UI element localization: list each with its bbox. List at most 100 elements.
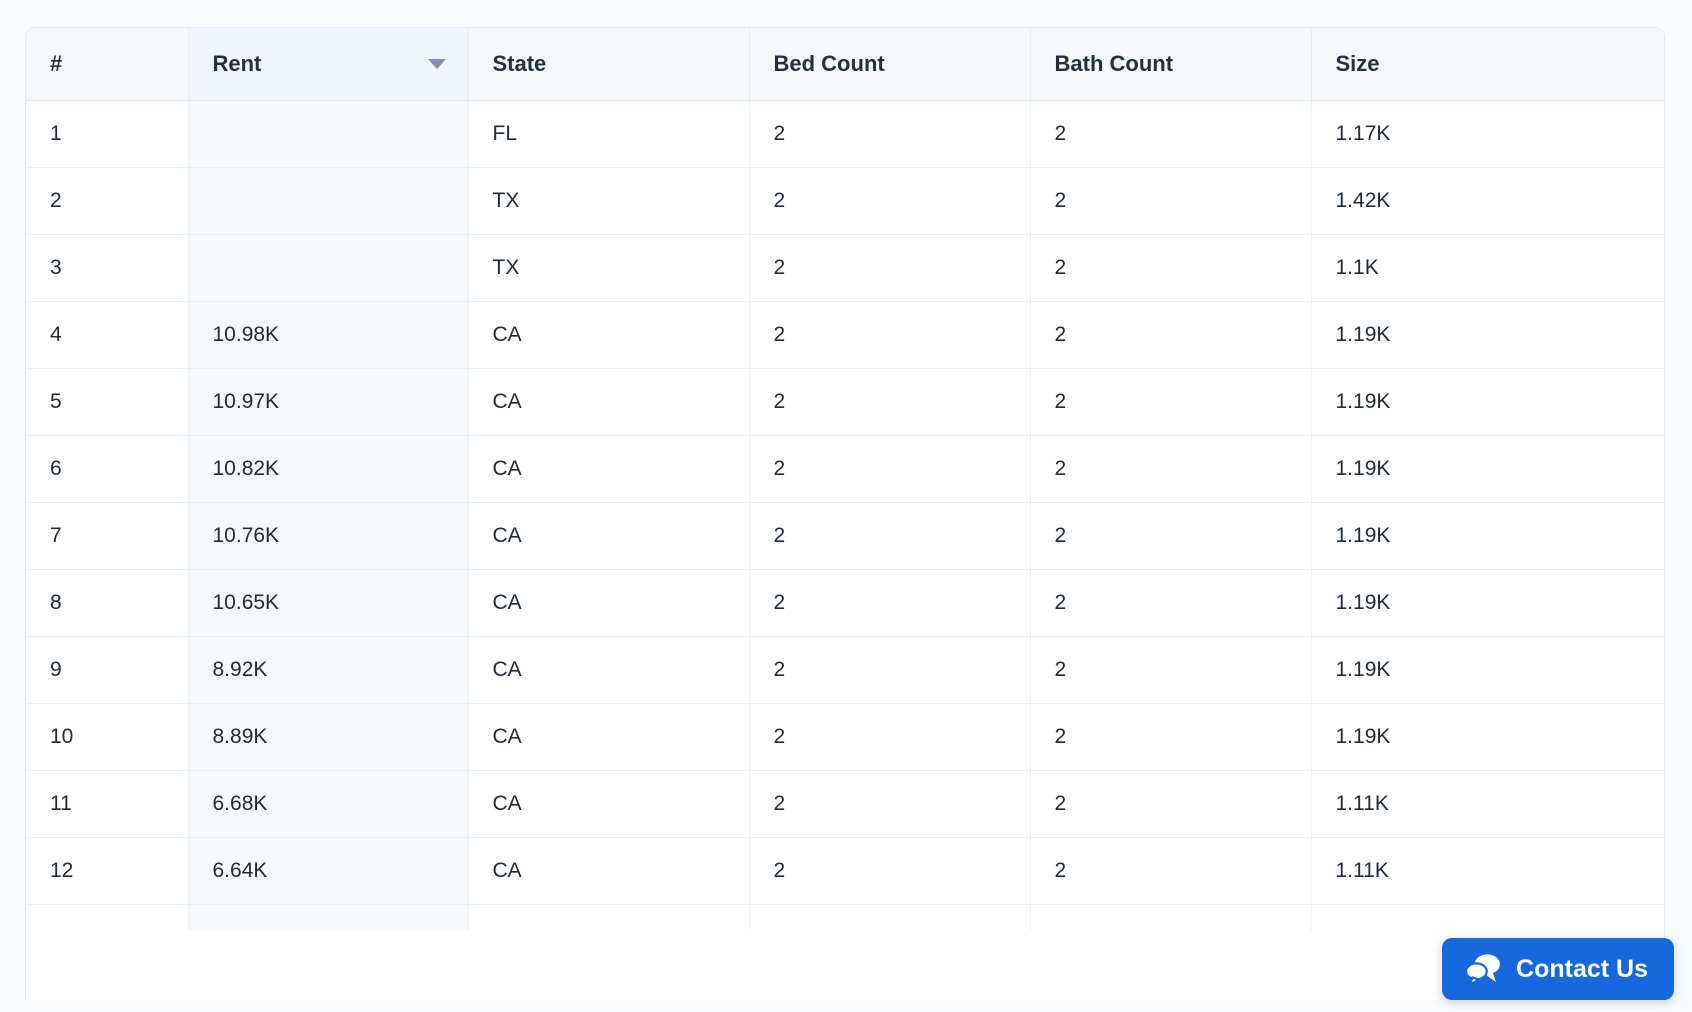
data-table-container: # Rent State Bed Count Bath Count Size 1… [25,27,1665,1002]
listings-table: # Rent State Bed Count Bath Count Size 1… [26,28,1664,930]
table-row-partial[interactable] [26,904,1664,930]
cell-state: CA [468,502,750,570]
cell-size [1311,904,1664,930]
cell-bed [749,904,1031,930]
cell-size: 1.11K [1311,770,1664,838]
cell-num: 9 [26,636,189,704]
cell-size: 1.42K [1311,167,1664,235]
cell-num: 1 [26,100,189,168]
cell-rent: 10.98K [188,301,469,369]
cell-rent: 8.89K [188,703,469,771]
cell-rent [188,904,469,930]
cell-num: 11 [26,770,189,838]
cell-rent [188,234,469,302]
cell-state: TX [468,167,750,235]
cell-bath: 2 [1030,502,1312,570]
cell-bath: 2 [1030,837,1312,905]
cell-size: 1.19K [1311,502,1664,570]
column-header-rent-label: Rent [212,50,262,76]
cell-bath: 2 [1030,301,1312,369]
column-header-bed-count-label: Bed Count [773,50,885,76]
cell-num: 8 [26,569,189,637]
table-bottom-edge [25,1000,1665,1012]
cell-state: CA [468,837,750,905]
table-row[interactable]: 12 6.64K CA 2 2 1.11K [26,837,1664,905]
table-row[interactable]: 3 TX 2 2 1.1K [26,234,1664,302]
cell-bed: 2 [749,837,1031,905]
cell-bed: 2 [749,636,1031,704]
column-header-num[interactable]: # [26,28,189,101]
cell-rent: 10.65K [188,569,469,637]
column-header-size-label: Size [1335,50,1380,76]
table-row[interactable]: 7 10.76K CA 2 2 1.19K [26,502,1664,570]
cell-state: CA [468,301,750,369]
contact-us-button[interactable]: Contact Us [1442,938,1674,1000]
cell-rent: 6.64K [188,837,469,905]
cell-rent: 8.92K [188,636,469,704]
cell-bed: 2 [749,234,1031,302]
cell-num: 2 [26,167,189,235]
column-header-num-label: # [50,50,63,76]
cell-size: 1.1K [1311,234,1664,302]
cell-size: 1.19K [1311,435,1664,503]
cell-size: 1.17K [1311,100,1664,168]
table-row[interactable]: 2 TX 2 2 1.42K [26,167,1664,235]
column-header-size[interactable]: Size [1311,28,1664,101]
cell-bed: 2 [749,368,1031,436]
cell-bed: 2 [749,502,1031,570]
cell-state: CA [468,435,750,503]
cell-rent: 10.76K [188,502,469,570]
cell-rent [188,167,469,235]
table-row[interactable]: 5 10.97K CA 2 2 1.19K [26,368,1664,436]
cell-state: CA [468,569,750,637]
table-row[interactable]: 4 10.98K CA 2 2 1.19K [26,301,1664,369]
table-row[interactable]: 8 10.65K CA 2 2 1.19K [26,569,1664,637]
table-header: # Rent State Bed Count Bath Count Size [26,28,1664,101]
app-root: # Rent State Bed Count Bath Count Size 1… [0,0,1692,1012]
cell-bath: 2 [1030,569,1312,637]
sort-descending-caret-icon[interactable] [427,58,446,69]
cell-num: 6 [26,435,189,503]
table-row[interactable]: 10 8.89K CA 2 2 1.19K [26,703,1664,771]
cell-bed: 2 [749,703,1031,771]
column-header-rent[interactable]: Rent [188,28,469,101]
cell-rent: 6.68K [188,770,469,838]
cell-bed: 2 [749,301,1031,369]
cell-state: TX [468,234,750,302]
cell-bed: 2 [749,569,1031,637]
cell-bath: 2 [1030,636,1312,704]
cell-bath: 2 [1030,703,1312,771]
cell-rent: 10.82K [188,435,469,503]
cell-state: CA [468,703,750,771]
cell-num: 10 [26,703,189,771]
cell-state: CA [468,770,750,838]
cell-bath: 2 [1030,435,1312,503]
cell-state: CA [468,368,750,436]
table-header-row: # Rent State Bed Count Bath Count Size [26,28,1664,101]
table-row[interactable]: 11 6.68K CA 2 2 1.11K [26,770,1664,838]
table-row[interactable]: 9 8.92K CA 2 2 1.19K [26,636,1664,704]
cell-bed: 2 [749,435,1031,503]
cell-bath: 2 [1030,100,1312,168]
column-header-bath-count[interactable]: Bath Count [1030,28,1312,101]
cell-size: 1.19K [1311,703,1664,771]
cell-bed: 2 [749,770,1031,838]
cell-bed: 2 [749,167,1031,235]
cell-bed: 2 [749,100,1031,168]
cell-bath: 2 [1030,234,1312,302]
cell-bath: 2 [1030,368,1312,436]
cell-bath: 2 [1030,167,1312,235]
cell-num [26,904,189,930]
column-header-bath-count-label: Bath Count [1054,50,1174,76]
column-header-bed-count[interactable]: Bed Count [749,28,1031,101]
cell-bath: 2 [1030,770,1312,838]
cell-num: 7 [26,502,189,570]
cell-rent: 10.97K [188,368,469,436]
cell-state: FL [468,100,750,168]
cell-state: CA [468,636,750,704]
table-row[interactable]: 1 FL 2 2 1.17K [26,100,1664,168]
cell-size: 1.19K [1311,569,1664,637]
column-header-state[interactable]: State [468,28,750,101]
table-row[interactable]: 6 10.82K CA 2 2 1.19K [26,435,1664,503]
cell-size: 1.19K [1311,368,1664,436]
